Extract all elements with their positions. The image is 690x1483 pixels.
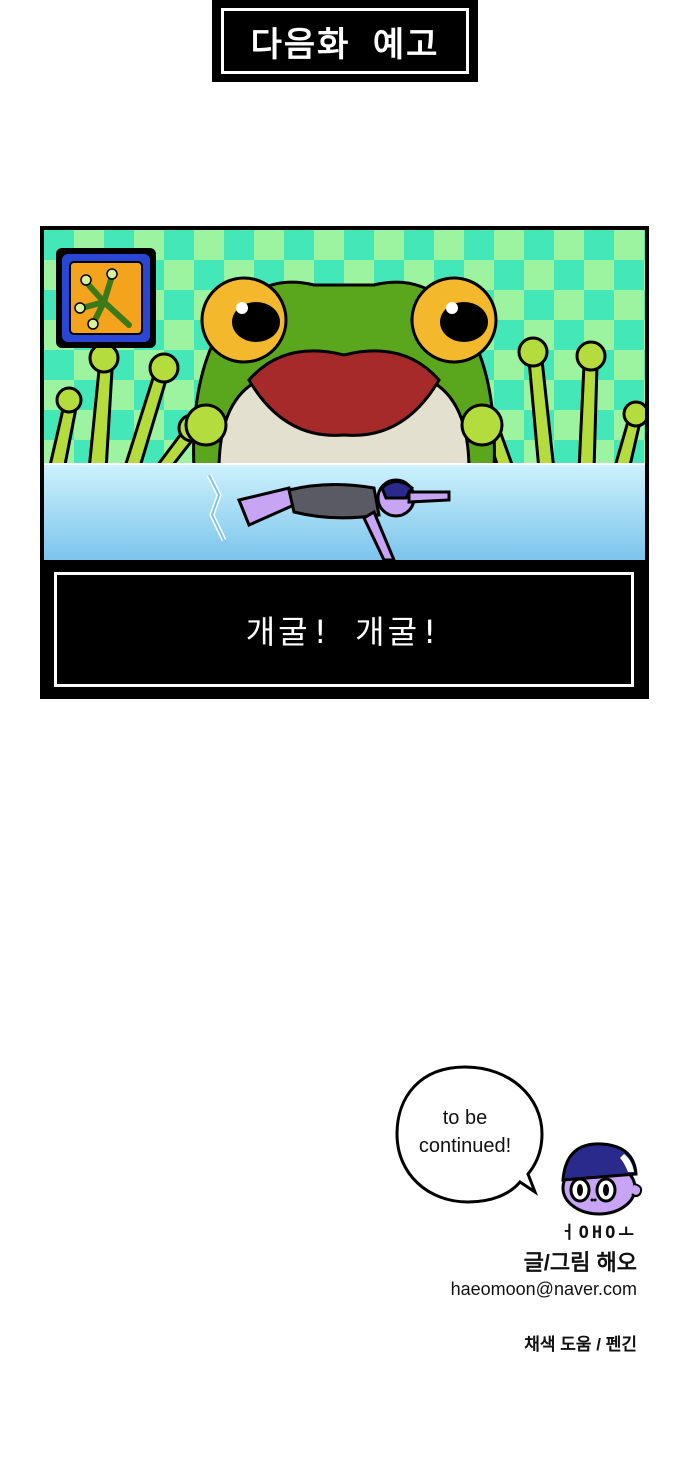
credits: ㅓOHOㅗ 글/그림 해오 haeomoon@naver.com 채색 도움 /… bbox=[337, 1218, 637, 1355]
author-logo: ㅓOHOㅗ bbox=[560, 1223, 637, 1243]
bubble-line-2: continued! bbox=[418, 1135, 512, 1157]
speech-bubble: to be continued! bbox=[390, 1062, 560, 1212]
author-credit: 글/그림 해오 bbox=[523, 1250, 637, 1275]
coloring-credit: 채색 도움 / 펜긴 bbox=[524, 1335, 637, 1354]
speech-bubble-text: to be continued! bbox=[390, 1104, 540, 1160]
frog-scene-illustration bbox=[44, 230, 645, 560]
frog-hand-card-icon bbox=[56, 248, 156, 348]
frog-scene bbox=[44, 230, 645, 560]
dialog-box: 개굴! 개굴! bbox=[54, 572, 634, 687]
preview-title-box: 다음화 예고 bbox=[212, 0, 478, 82]
author-avatar bbox=[554, 1140, 646, 1216]
preview-title: 다음화 예고 bbox=[221, 8, 469, 74]
comic-panel: 개굴! 개굴! bbox=[40, 226, 649, 699]
author-email: haeomoon@naver.com bbox=[450, 1279, 637, 1299]
bubble-line-1: to be bbox=[442, 1107, 488, 1129]
